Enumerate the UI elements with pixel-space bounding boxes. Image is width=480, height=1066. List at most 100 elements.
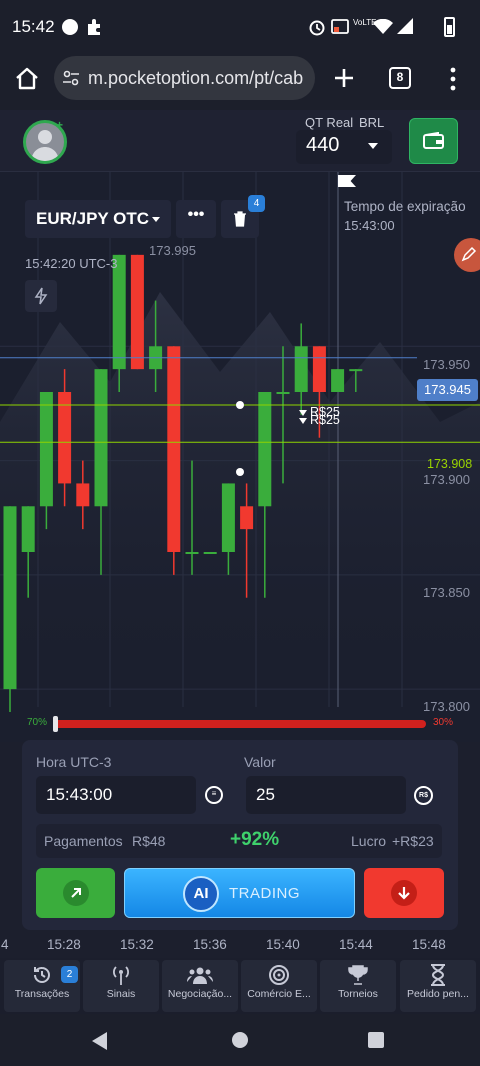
- dots-icon: •••: [187, 206, 205, 223]
- currency-icon[interactable]: R$: [414, 786, 433, 805]
- alarm-icon: [308, 18, 326, 36]
- green-line-price: 173.908: [427, 457, 473, 471]
- url-text: m.pocketoption.com/pt/cab: [88, 67, 304, 88]
- asset-selector[interactable]: EUR/JPY OTC: [25, 200, 171, 238]
- hourglass-icon: [400, 960, 476, 988]
- time-tick: 15:40: [266, 937, 300, 952]
- candle-body: [349, 369, 363, 372]
- candle-body: [221, 483, 235, 552]
- time-picker-icon[interactable]: ≡: [205, 786, 223, 804]
- account-type-label: QT Real: [305, 115, 354, 130]
- nav-label: Transações: [14, 988, 70, 1000]
- trade-entry-point: [236, 401, 244, 409]
- balance-value: 440: [306, 134, 340, 156]
- balance-selector[interactable]: 440: [296, 130, 392, 164]
- mountain-background: [0, 292, 480, 692]
- price-chart[interactable]: EUR/JPY OTC ••• 4 15:42:20 UTC-3 173.995…: [0, 172, 480, 742]
- time-field[interactable]: 15:43:00: [36, 776, 196, 814]
- time-label: Hora UTC-3: [36, 754, 112, 770]
- amount-label: Valor: [244, 754, 276, 770]
- expiry-label: Tempo de expiração: [344, 199, 466, 214]
- price-tick-2: 173.900: [423, 472, 470, 487]
- arrow-down-icon: [391, 880, 417, 906]
- payout-row: Pagamentos R$48 +92% Lucro +R$23: [36, 824, 442, 858]
- sentiment-bar: [54, 720, 426, 728]
- signal-icon: [397, 18, 413, 34]
- nav-label: Sinais: [106, 988, 136, 1000]
- time-tick: 4: [1, 937, 9, 952]
- arrow-up-right-icon: [62, 880, 89, 906]
- profit-value: +R$23: [392, 833, 434, 849]
- candle-body: [203, 552, 217, 554]
- candle-body: [39, 392, 53, 507]
- trade-entry-point: [236, 468, 244, 476]
- nav-pending-orders[interactable]: Pedido pen...: [400, 960, 476, 1012]
- home-icon[interactable]: [14, 66, 40, 92]
- trade-label-2: R$25: [310, 413, 340, 427]
- bottom-nav: Transações 2 Sinais Negociação... Comérc…: [0, 958, 480, 1014]
- more-options-icon[interactable]: [446, 66, 460, 92]
- candle-body: [240, 506, 254, 530]
- price-tick-1: 173.950: [423, 357, 470, 372]
- candle-body: [258, 392, 272, 507]
- draw-tool-button[interactable]: [454, 238, 480, 272]
- candle-body: [3, 506, 17, 690]
- candle-body: [76, 483, 90, 507]
- url-bar[interactable]: m.pocketoption.com/pt/cab: [54, 56, 315, 100]
- status-bar: 15:42 VoLTE: [0, 0, 480, 54]
- time-tick: 15:44: [339, 937, 373, 952]
- wifi-icon: [373, 18, 393, 35]
- nav-label: Torneios: [338, 988, 378, 1000]
- nav-social-trading[interactable]: Negociação...: [162, 960, 238, 1012]
- trophy-icon: [320, 960, 396, 988]
- avatar-add-icon: +: [56, 118, 64, 132]
- tab-switcher-button[interactable]: 8: [389, 67, 411, 89]
- browser-toolbar: m.pocketoption.com/pt/cab 8: [0, 54, 480, 110]
- nav-badge: 2: [61, 966, 78, 983]
- nav-transactions[interactable]: Transações 2: [4, 960, 80, 1012]
- recents-icon[interactable]: [368, 1032, 384, 1048]
- wallet-button[interactable]: [409, 118, 458, 164]
- time-tick: 15:36: [193, 937, 227, 952]
- more-menu-button[interactable]: •••: [176, 200, 216, 238]
- nav-label: Negociação...: [167, 988, 233, 1000]
- buy-button[interactable]: [36, 868, 115, 918]
- puzzle-icon: [86, 18, 104, 36]
- notification-badge: 4: [248, 195, 265, 212]
- price-tick-3: 173.850: [423, 585, 470, 600]
- nav-express-trade[interactable]: Comércio E...: [241, 960, 317, 1012]
- candle-body: [167, 346, 181, 552]
- amount-field[interactable]: 25: [246, 776, 406, 814]
- system-navigation: [0, 1014, 480, 1066]
- candle-body: [112, 254, 126, 370]
- sell-button[interactable]: [364, 868, 444, 918]
- candle-body: [58, 392, 72, 484]
- asset-name: EUR/JPY OTC: [36, 209, 150, 228]
- candle-body: [185, 552, 199, 554]
- site-settings-icon[interactable]: [62, 69, 80, 87]
- nav-signals[interactable]: Sinais: [83, 960, 159, 1012]
- payout-label: Pagamentos: [44, 833, 123, 849]
- target-icon: [241, 960, 317, 988]
- currency-label: BRL: [359, 115, 385, 130]
- signal-tower-icon: [83, 960, 159, 988]
- time-tick: 15:48: [412, 937, 446, 952]
- candle-body: [276, 392, 290, 394]
- new-tab-icon[interactable]: [332, 66, 356, 90]
- back-icon[interactable]: [92, 1032, 107, 1050]
- candle-body: [130, 254, 144, 370]
- candle-body: [331, 369, 345, 392]
- asset-chevron-icon: [152, 217, 160, 222]
- candle-body: [21, 506, 35, 552]
- amount-value: 25: [256, 785, 275, 804]
- trash-icon: [234, 211, 246, 227]
- pencil-icon: [461, 246, 477, 262]
- nav-tournaments[interactable]: Torneios: [320, 960, 396, 1012]
- home-circle-icon[interactable]: [232, 1032, 248, 1048]
- payout-percent: +92%: [230, 829, 280, 850]
- sentiment-buy-label: 70%: [27, 717, 48, 728]
- indicators-button[interactable]: [25, 280, 57, 312]
- candle-body: [294, 346, 308, 392]
- battery-icon: [444, 17, 455, 37]
- ai-trading-button[interactable]: AI TRADING: [124, 868, 355, 918]
